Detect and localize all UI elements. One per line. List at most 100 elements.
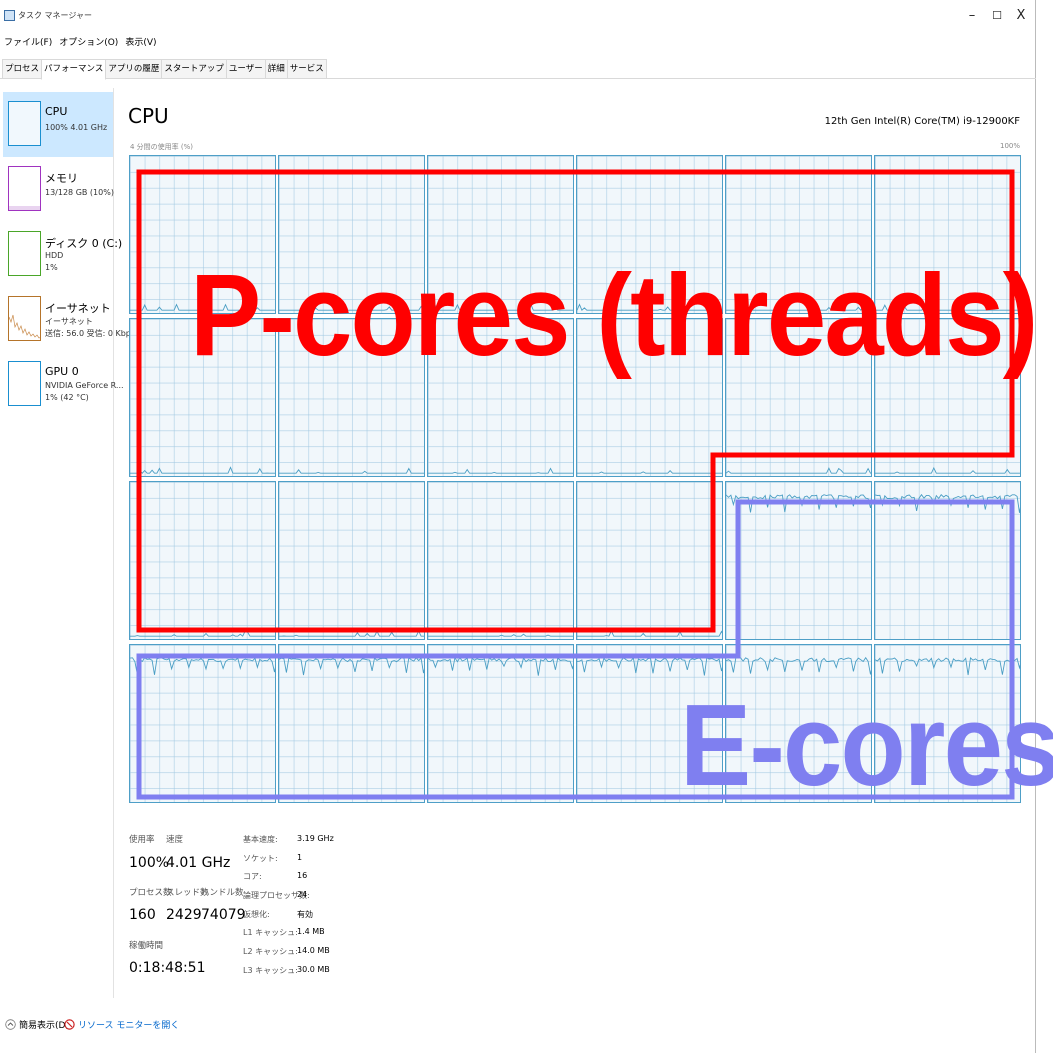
maximize-button[interactable]: ☐ [985,6,1009,26]
sidebar-item-detail: 13/128 GB (10%) [45,188,114,197]
sidebar-item-detail: 100% 4.01 GHz [45,123,108,132]
cpu-usage-line [130,466,275,474]
logical-processor-graph [278,318,425,477]
base-speed-label: 基本速度: [243,835,278,844]
sidebar-item-ethernet[interactable]: イーサネット イーサネット 送信: 56.0 受信: 0 Kbps [3,287,135,352]
resource-monitor-label: リソース モニターを開く [78,1021,180,1031]
tab-performance[interactable]: パフォーマンス [41,59,107,80]
logical-processor-graph [725,644,872,803]
speed-value: 4.01 GHz [166,855,231,871]
l1-cache-value: 1.4 MB [297,927,325,936]
cpu-usage-line [577,629,722,637]
processes-value: 160 [129,907,156,923]
logical-processor-graph [725,318,872,477]
logical-processor-graph [874,155,1021,314]
cpu-usage-line [279,657,424,676]
chevron-up-icon [5,1019,16,1030]
performance-sidebar: CPU 100% 4.01 GHz メモリ 13/128 GB (10%) ディ… [0,88,135,998]
cpu-usage-line [428,303,573,311]
base-speed-value: 3.19 GHz [297,834,334,843]
logical-processor-graph [129,155,276,314]
cpu-usage-line [875,493,1020,513]
task-manager-app-icon [4,10,15,21]
graph-caption: 4 分間の使用率 (%) [130,143,194,151]
logical-processor-graph [427,318,574,477]
logical-processor-graph [874,644,1021,803]
virtualization-value: 有効 [297,910,313,919]
logical-processor-graph [129,481,276,640]
cpu-usage-line [428,467,573,474]
cpu-thumbnail-graph [8,101,41,146]
uptime-value: 0:18:48:51 [129,960,206,976]
cpu-usage-line [875,304,1020,311]
menu-view[interactable]: 表示(V) [125,35,156,51]
sockets-value: 1 [297,853,303,862]
tab-details[interactable]: 詳細 [264,59,288,78]
open-resource-monitor-link[interactable]: リソース モニターを開く [64,1018,179,1031]
logical-processor-graph [427,644,574,803]
disk-thumbnail-graph [8,231,41,276]
usage-label: 使用率 [129,835,155,845]
uptime-label: 稼働時間 [129,941,164,951]
sidebar-item-title: GPU 0 [45,365,79,378]
threads-value: 2429 [166,907,202,923]
logical-processor-graph [278,155,425,314]
graph-max-label: 100% [999,142,1020,150]
tab-app-history[interactable]: アプリの履歴 [105,59,163,78]
cpu-usage-line [279,630,424,637]
logical-processor-graph [725,481,872,640]
minimize-button[interactable]: – [960,6,984,26]
logical-processor-graph [129,318,276,477]
logical-processor-graph [576,155,723,314]
tab-processes[interactable]: プロセス [2,59,43,78]
tab-bar: プロセス パフォーマンス アプリの履歴 スタートアップ ユーザー 詳細 サービス [0,57,1036,80]
logical-processor-graph [278,644,425,803]
cpu-usage-line [726,494,871,513]
l3-cache-value: 30.0 MB [297,965,330,974]
logical-processor-graph [129,644,276,803]
sockets-label: ソケット: [243,854,278,863]
footer-bar: 簡易表示(D) リソース モニターを開く [0,1014,1036,1038]
sidebar-item-detail: 送信: 56.0 受信: 0 Kbps [45,329,136,338]
logical-processor-graph [576,644,723,803]
logical-processor-graph [427,155,574,314]
sidebar-item-memory[interactable]: メモリ 13/128 GB (10%) [3,157,114,222]
sidebar-item-cpu[interactable]: CPU 100% 4.01 GHz [3,92,113,157]
ethernet-thumbnail-graph [8,296,41,341]
cpu-model-name: 12th Gen Intel(R) Core(TM) i9-12900KF [824,116,1020,127]
cpu-usage-line [875,466,1020,474]
tab-startup[interactable]: スタートアップ [161,59,227,78]
menu-file[interactable]: ファイル(F) [4,35,52,51]
tab-services[interactable]: サービス [286,59,327,78]
sidebar-item-detail: NVIDIA GeForce R... [45,381,124,390]
tab-users[interactable]: ユーザー [225,59,266,78]
close-button[interactable]: X [1009,6,1033,26]
sidebar-item-title: ディスク 0 (C:) [45,237,123,250]
cpu-usage-line [428,633,573,637]
menu-options[interactable]: オプション(O) [59,35,118,51]
sidebar-item-gpu[interactable]: GPU 0 NVIDIA GeForce R... 1% (42 °C) [3,352,124,417]
sidebar-item-title: イーサネット [45,302,111,315]
memory-thumbnail-graph [8,166,41,211]
sidebar-item-detail: HDD [45,251,64,260]
l2-cache-value: 14.0 MB [297,946,330,955]
cpu-usage-line [726,467,871,474]
menu-bar: ファイル(F) オプション(O) 表示(V) [0,35,157,51]
cpu-usage-line [577,656,722,676]
page-title: CPU [128,104,169,128]
cpu-usage-line [130,657,275,675]
title-bar: タスク マネージャー – ☐ X [0,0,1036,33]
logical-processor-graph [576,481,723,640]
cpu-usage-line [726,656,871,675]
sidebar-item-disk[interactable]: ディスク 0 (C:) HDD 1% [3,222,122,287]
l2-cache-label: L2 キャッシュ: [243,947,298,956]
sidebar-item-title: CPU [45,105,68,118]
logical-processor-graph [427,481,574,640]
l3-cache-label: L3 キャッシュ: [243,966,298,975]
sidebar-item-title: メモリ [45,172,78,185]
fewer-details-button[interactable]: 簡易表示(D) [5,1018,69,1031]
cpu-usage-line [726,305,871,311]
logical-processor-graph [874,481,1021,640]
sidebar-item-detail: 1% (42 °C) [45,393,89,402]
cpu-usage-line [130,630,275,637]
